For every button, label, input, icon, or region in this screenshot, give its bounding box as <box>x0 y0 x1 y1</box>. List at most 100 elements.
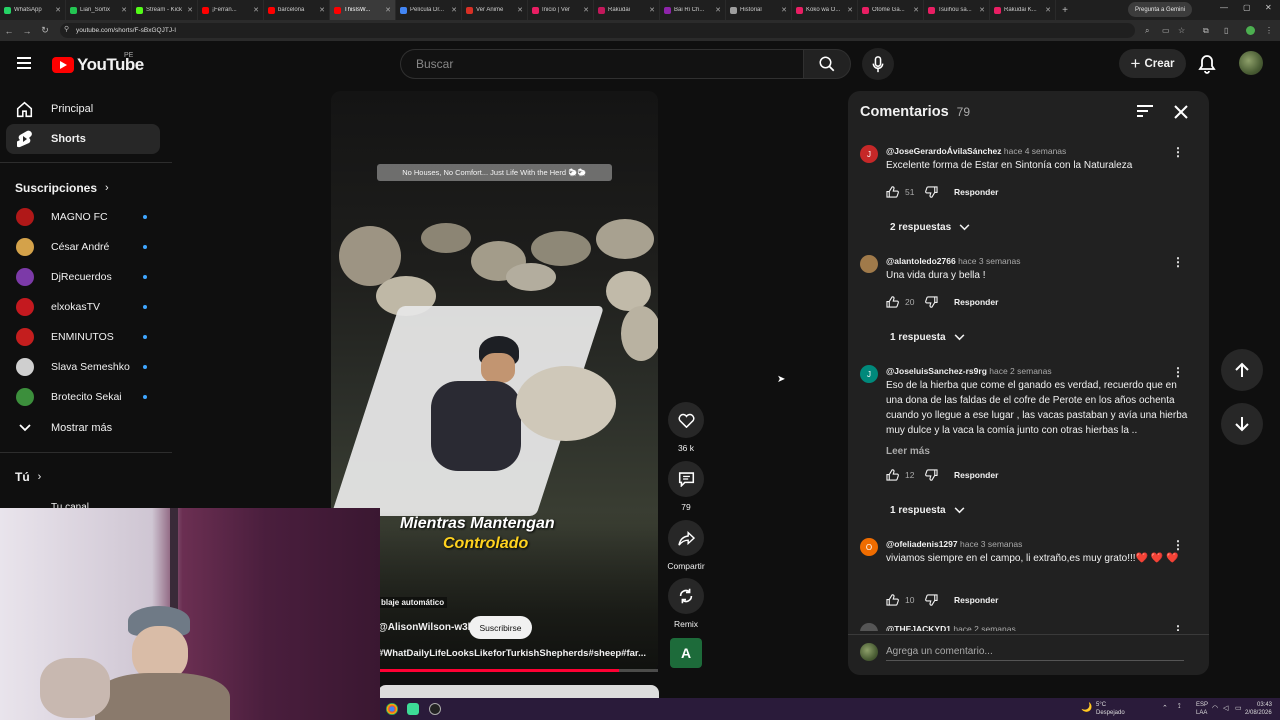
browser-tab[interactable]: Historial ✕ <box>726 0 792 20</box>
view-replies-button[interactable]: 1 respuesta <box>890 505 965 516</box>
sidebar-subscription-item[interactable]: ENMINUTOS <box>6 322 160 352</box>
comment-time[interactable]: hace 2 semanas <box>989 366 1051 376</box>
comment-author[interactable]: @JoseGerardoÁvilaSánchez <box>886 146 1002 156</box>
close-tab-icon[interactable]: ✕ <box>1045 6 1051 14</box>
thumbs-down-icon[interactable] <box>925 469 938 481</box>
voice-search-button[interactable] <box>862 48 894 80</box>
input-language[interactable]: ESP <box>1196 702 1208 708</box>
sidebar-subscription-item[interactable]: elxokasTV <box>6 292 160 322</box>
app-taskbar-icon[interactable] <box>407 703 419 715</box>
view-replies-button[interactable]: 2 respuestas <box>890 222 970 233</box>
close-tab-icon[interactable]: ✕ <box>583 6 589 14</box>
reply-button[interactable]: Responder <box>954 595 998 605</box>
comment-more-icon[interactable]: ⋮ <box>1172 255 1184 269</box>
reload-icon[interactable]: ↻ <box>36 25 54 36</box>
close-tab-icon[interactable]: ✕ <box>319 6 325 14</box>
next-short-preview[interactable] <box>378 685 659 699</box>
chrome-taskbar-icon[interactable] <box>386 703 398 715</box>
hamburger-menu-icon[interactable] <box>14 52 36 74</box>
browser-tab[interactable]: ¡Ferran... ✕ <box>198 0 264 20</box>
thumbs-down-icon[interactable] <box>925 296 938 308</box>
comment-more-icon[interactable]: ⋮ <box>1172 145 1184 159</box>
back-icon[interactable]: ← <box>0 26 18 36</box>
browser-tab[interactable]: Inicio | Ver ✕ <box>528 0 594 20</box>
account-avatar[interactable] <box>1239 51 1263 75</box>
close-tab-icon[interactable]: ✕ <box>187 6 193 14</box>
browser-tab[interactable]: Rakudai ✕ <box>594 0 660 20</box>
sidebar-item-shorts[interactable]: Shorts <box>6 124 160 154</box>
obs-taskbar-icon[interactable] <box>429 703 441 715</box>
sidebar-subscription-item[interactable]: Slava Semeshko <box>6 352 160 382</box>
profile-icon[interactable] <box>1246 26 1255 35</box>
video-hashtags[interactable]: #WhatDailyLifeLooksLikeforTurkishShepher… <box>378 648 646 659</box>
battery-icon[interactable]: ▭ <box>1235 704 1242 712</box>
browser-tab[interactable]: ThisIsW... ✕ <box>330 0 396 20</box>
browser-tab[interactable]: WhatsApp ✕ <box>0 0 66 20</box>
minimize-icon[interactable]: — <box>1220 3 1228 12</box>
reply-button[interactable]: Responder <box>954 470 998 480</box>
browser-tab[interactable]: Otome Ga... ✕ <box>858 0 924 20</box>
remix-button[interactable] <box>668 578 704 614</box>
search-button[interactable] <box>803 49 851 79</box>
comment-author[interactable]: @THEJACKYD1 <box>886 624 951 631</box>
comment-author-avatar[interactable]: J <box>860 365 878 383</box>
previous-short-button[interactable] <box>1221 349 1263 391</box>
close-tab-icon[interactable]: ✕ <box>451 6 457 14</box>
sidebar-item-principal[interactable]: Principal <box>6 94 160 124</box>
comment-author-avatar[interactable]: J <box>860 145 878 163</box>
search-input[interactable] <box>400 49 804 79</box>
new-tab-button[interactable]: + <box>1056 5 1074 16</box>
browser-tab[interactable]: Tsuihou sa... ✕ <box>924 0 990 20</box>
browser-tab[interactable]: Koko wa O... ✕ <box>792 0 858 20</box>
gemini-button[interactable]: Pregunta a Gemini <box>1128 2 1193 17</box>
thumbs-down-icon[interactable] <box>925 594 938 606</box>
browser-tab[interactable]: Lian_Sortix ✕ <box>66 0 132 20</box>
tray-chevron-icon[interactable]: ⌃ <box>1162 704 1168 712</box>
zoom-icon[interactable]: ⌕ <box>1145 26 1149 36</box>
thumbs-up-icon[interactable] <box>886 469 899 481</box>
subscriptions-header[interactable]: Suscripciones › <box>15 181 109 195</box>
sidebar-subscription-item[interactable]: DjRecuerdos <box>6 262 160 292</box>
sidebar-subscription-item[interactable]: Brotecito Sekai <box>6 382 160 412</box>
close-tab-icon[interactable]: ✕ <box>55 6 61 14</box>
thumbs-up-icon[interactable] <box>886 594 899 606</box>
volume-icon[interactable]: ◁ <box>1223 704 1228 712</box>
close-tab-icon[interactable]: ✕ <box>121 6 127 14</box>
browser-tab[interactable]: Película Dr... ✕ <box>396 0 462 20</box>
close-comments-icon[interactable] <box>1173 104 1189 125</box>
close-tab-icon[interactable]: ✕ <box>715 6 721 14</box>
browser-tab[interactable]: Ver Anime ✕ <box>462 0 528 20</box>
channel-handle-link[interactable]: @AlisonWilson-w3l <box>378 622 470 633</box>
you-section-header[interactable]: Tú › <box>15 470 41 484</box>
close-tab-icon[interactable]: ✕ <box>781 6 787 14</box>
wifi-icon[interactable]: ◠ <box>1212 704 1218 712</box>
extensions-icon[interactable]: ⧉ <box>1203 26 1209 36</box>
browser-tab[interactable]: Rakudai K... ✕ <box>990 0 1056 20</box>
browser-tab[interactable]: Stream - Kick ✕ <box>132 0 198 20</box>
close-tab-icon[interactable]: ✕ <box>517 6 523 14</box>
comment-author[interactable]: @alantoledo2766 <box>886 256 956 266</box>
comment-time[interactable]: hace 2 semanas <box>953 624 1015 631</box>
video-progress-bar[interactable] <box>331 669 658 672</box>
thumbs-up-icon[interactable] <box>886 296 899 308</box>
browser-tab[interactable]: Bai Ri Ch... ✕ <box>660 0 726 20</box>
chrome-menu-icon[interactable]: ⋮ <box>1265 26 1273 35</box>
reply-button[interactable]: Responder <box>954 297 998 307</box>
comment-time[interactable]: hace 3 semanas <box>960 539 1022 549</box>
sort-comments-icon[interactable] <box>1136 104 1154 123</box>
sidepanel-icon[interactable]: ▯ <box>1224 26 1228 35</box>
thumbs-down-icon[interactable] <box>925 186 938 198</box>
comment-more-icon[interactable]: ⋮ <box>1172 623 1184 631</box>
close-tab-icon[interactable]: ✕ <box>649 6 655 14</box>
sidebar-subscription-item[interactable]: César André <box>6 232 160 262</box>
share-button[interactable] <box>668 520 704 556</box>
cast-icon[interactable]: ▭ <box>1162 26 1170 35</box>
add-comment-input[interactable] <box>886 643 1184 661</box>
clock-time[interactable]: 03:43 <box>1257 702 1272 708</box>
comment-author-avatar[interactable] <box>860 623 878 631</box>
close-tab-icon[interactable]: ✕ <box>253 6 259 14</box>
url-field[interactable]: youtube.com/shorts/F-sBxGQJTJ-I <box>60 23 1135 38</box>
close-tab-icon[interactable]: ✕ <box>385 6 391 14</box>
reply-button[interactable]: Responder <box>954 187 998 197</box>
network-icon[interactable]: ⟟ <box>1178 703 1181 711</box>
